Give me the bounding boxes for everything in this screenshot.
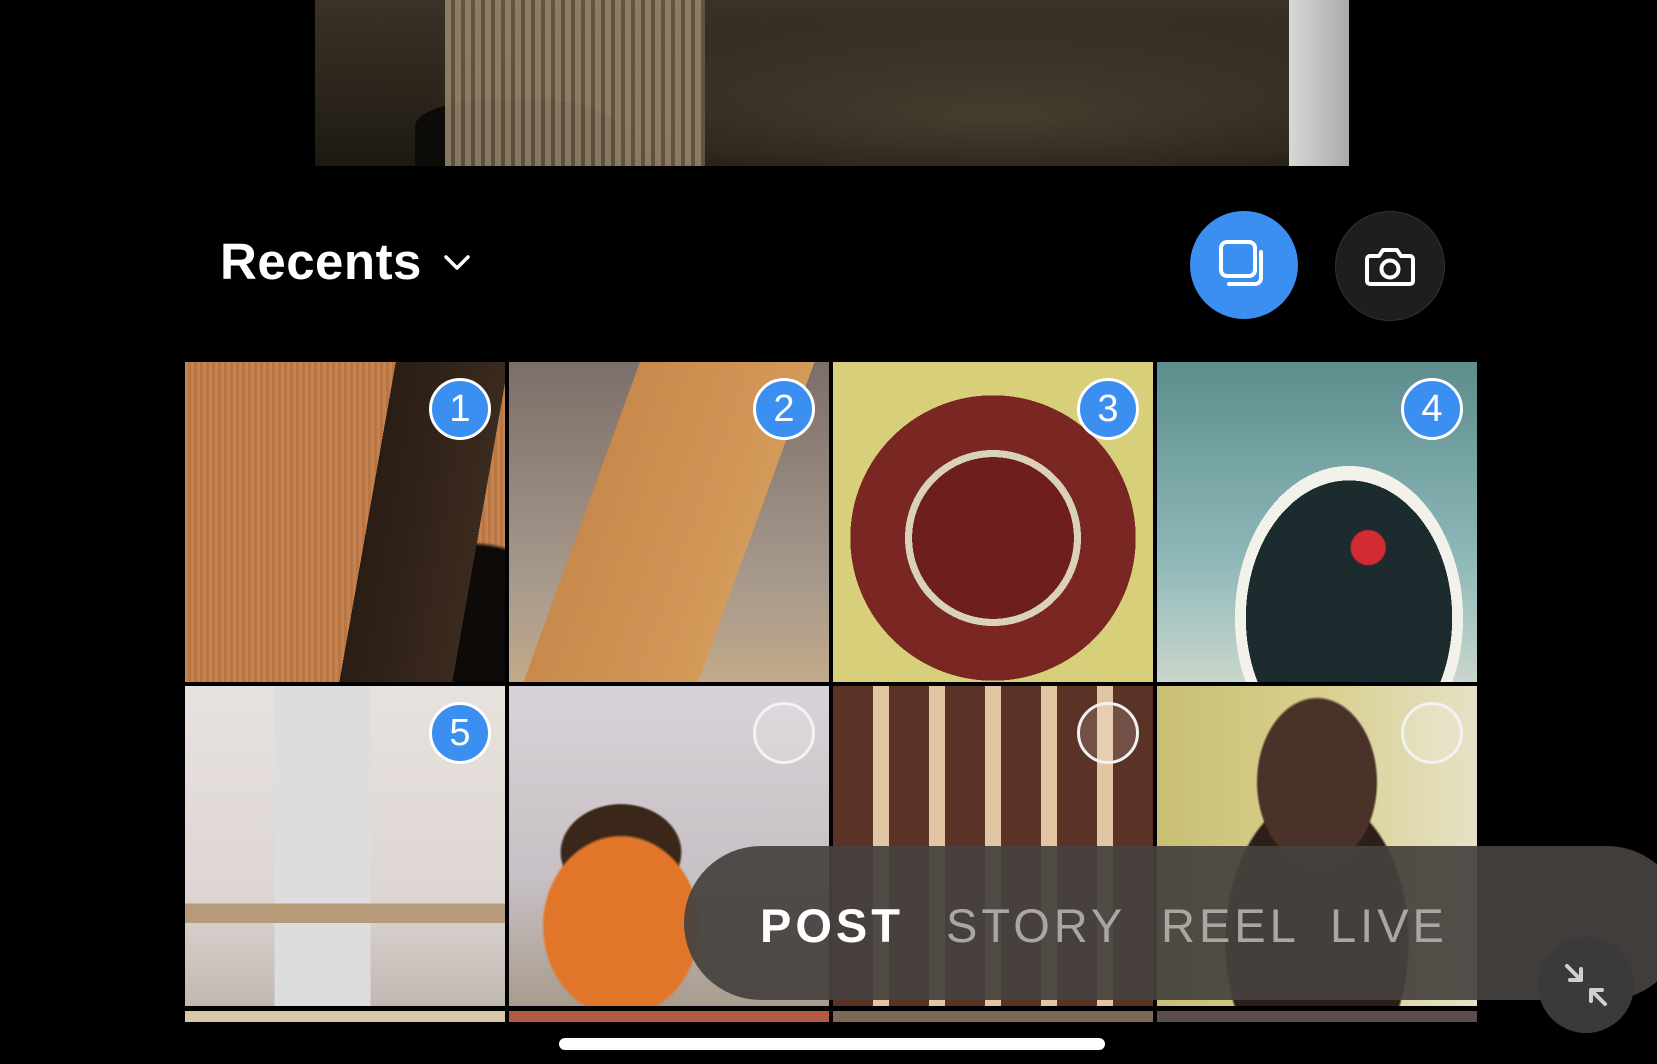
preview-wall	[1289, 0, 1349, 166]
mode-reel[interactable]: REEL	[1161, 898, 1300, 953]
album-selector[interactable]: Recents	[220, 232, 472, 291]
badge-number: 4	[1421, 387, 1443, 430]
home-indicator	[559, 1038, 1105, 1050]
photo-tile-1[interactable]: 1	[185, 362, 505, 682]
photo-tile-3[interactable]: 3	[833, 362, 1153, 682]
mode-post[interactable]: POST	[760, 898, 904, 953]
selection-badge[interactable]: 1	[429, 378, 491, 440]
badge-number: 1	[449, 387, 471, 430]
preview-fringe-skirt	[445, 0, 705, 166]
camera-button[interactable]	[1335, 211, 1445, 321]
badge-number: 3	[1097, 387, 1119, 430]
photo-tile-4[interactable]: 4	[1157, 362, 1477, 682]
collapse-arrows-icon	[1565, 964, 1607, 1006]
mode-switcher: POST STORY REEL LIVE	[684, 846, 1657, 1000]
photo-tile-partial[interactable]	[185, 1011, 505, 1022]
photo-tile-partial[interactable]	[509, 1011, 829, 1022]
selection-circle[interactable]	[753, 702, 815, 764]
select-multiple-button[interactable]	[1190, 211, 1298, 319]
selection-badge[interactable]: 4	[1401, 378, 1463, 440]
selection-badge[interactable]: 2	[753, 378, 815, 440]
photo-tile-partial[interactable]	[833, 1011, 1153, 1022]
select-multiple-icon	[1219, 240, 1263, 286]
photo-tile-5[interactable]: 5	[185, 686, 505, 1006]
chevron-down-icon	[444, 254, 470, 270]
selection-circle[interactable]	[1077, 702, 1139, 764]
selection-badge[interactable]: 5	[429, 702, 491, 764]
selection-circle[interactable]	[1401, 702, 1463, 764]
photo-tile-2[interactable]: 2	[509, 362, 829, 682]
selection-badge[interactable]: 3	[1077, 378, 1139, 440]
badge-number: 5	[449, 711, 471, 754]
mode-story[interactable]: STORY	[946, 898, 1126, 953]
badge-number: 2	[773, 387, 795, 430]
mode-live[interactable]: LIVE	[1330, 898, 1448, 953]
minimize-button[interactable]	[1538, 937, 1634, 1033]
photo-tile-partial[interactable]	[1157, 1011, 1477, 1022]
album-title: Recents	[220, 233, 422, 290]
selected-photo-preview	[315, 0, 1349, 166]
camera-icon	[1365, 248, 1415, 286]
